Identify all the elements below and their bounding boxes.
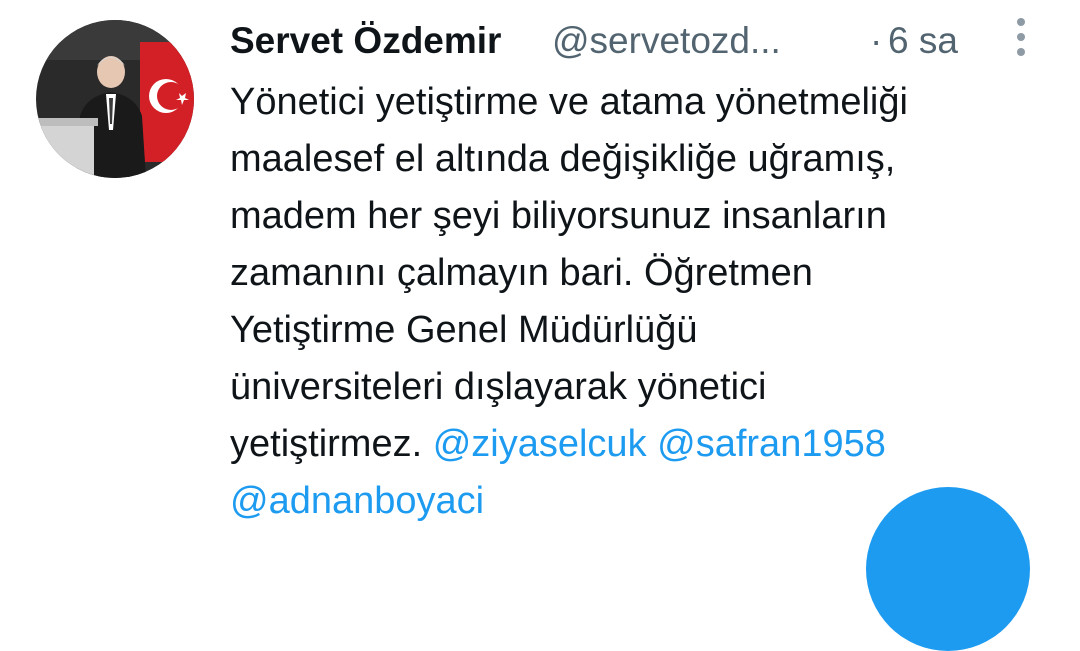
separator-dot: · [870,20,883,61]
timestamp[interactable]: 6 sa [888,17,958,65]
tweet-header: Servet Özdemir @servetozd... · 6 sa [230,17,1030,67]
compose-tweet-button[interactable] [866,487,1030,651]
tweet-text-fragment: yetiştirmez. [230,423,423,465]
more-dot [1017,18,1025,26]
tweet-text-line: yetiştirmez. @ziyaselcuk @safran1958 [230,416,1050,473]
user-handle[interactable]: @servetozd... [552,17,781,65]
more-vertical-icon[interactable] [1012,18,1030,58]
mention-link-ziyaselcuk[interactable]: @ziyaselcuk [433,423,647,465]
tweet-text-line: madem her şeyi biliyorsunuz insanların [230,195,887,237]
tweet-text: Yönetici yetiştirme ve atama yönetmeliği… [230,74,1050,530]
tweet[interactable]: Servet Özdemir @servetozd... · 6 sa Yöne… [0,0,1080,541]
avatar-photo [36,20,194,178]
tweet-text-line: üniversiteleri dışlayarak yönetici [230,366,767,408]
tweet-text-line: maalesef el altında değişikliğe uğramış, [230,138,896,180]
tweet-text-line: zamanını çalmayın bari. Öğretmen [230,252,813,294]
mention-link-adnanboyaci[interactable]: @adnanboyaci [230,480,484,522]
more-dot [1017,33,1025,41]
mention-link-safran1958[interactable]: @safran1958 [657,423,886,465]
display-name[interactable]: Servet Özdemir [230,17,501,65]
more-dot [1017,48,1025,56]
tweet-text-line: Yönetici yetiştirme ve atama yönetmeliği [230,81,908,123]
avatar[interactable] [36,20,194,178]
tweet-text-line: Yetiştirme Genel Müdürlüğü [230,309,698,351]
